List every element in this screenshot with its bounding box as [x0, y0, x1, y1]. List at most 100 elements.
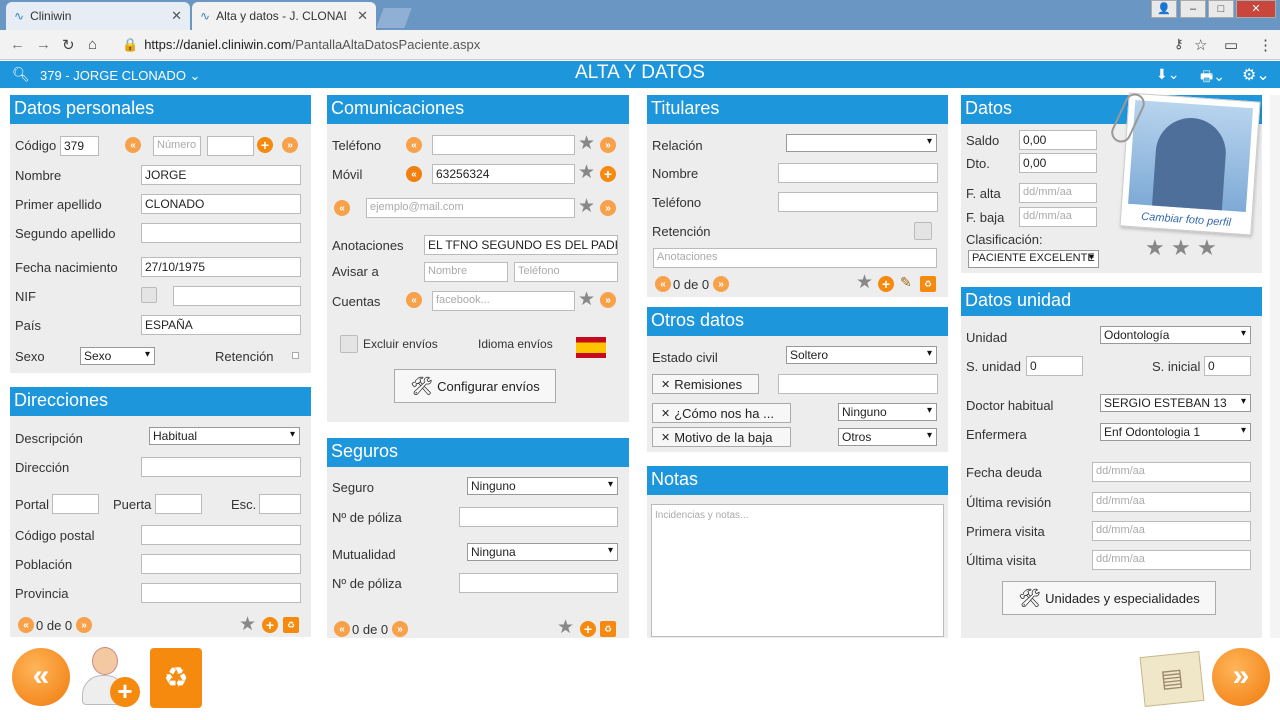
mutualidad-select[interactable]: Ninguna: [467, 543, 618, 561]
reload-icon[interactable]: ↻: [62, 36, 75, 54]
titular-anotaciones-input[interactable]: Anotaciones: [653, 248, 937, 268]
add-mobile-icon[interactable]: +: [600, 166, 616, 182]
mobile-star-icon[interactable]: ★: [578, 163, 595, 182]
fecha-deuda-input[interactable]: dd/mm/aa: [1092, 462, 1251, 482]
descripcion-select[interactable]: Habitual: [149, 427, 300, 445]
nif-input[interactable]: [173, 286, 301, 306]
s-unidad-input[interactable]: 0: [1026, 356, 1083, 376]
retencion-checkbox[interactable]: [292, 352, 299, 359]
next-holder-icon[interactable]: »: [713, 276, 729, 292]
minimize-button[interactable]: –: [1180, 0, 1206, 18]
print-icon[interactable]: 🖶⌄: [1200, 66, 1225, 90]
s-inicial-input[interactable]: 0: [1204, 356, 1251, 376]
prev-insurance-icon[interactable]: «: [334, 621, 350, 637]
cuentas-input[interactable]: facebook...: [432, 291, 575, 311]
prev-account-icon[interactable]: «: [406, 292, 422, 308]
motivo-select[interactable]: Otros: [838, 428, 937, 446]
home-icon[interactable]: ⌂: [88, 36, 97, 53]
avisar-nombre-input[interactable]: Nombre: [424, 262, 508, 282]
email-input[interactable]: ejemplo@mail.com: [366, 198, 575, 218]
poblacion-input[interactable]: [141, 554, 301, 574]
relacion-select[interactable]: [786, 134, 937, 152]
apellido1-input[interactable]: CLONADO: [141, 194, 301, 214]
edit-pencil-icon[interactable]: ✎: [900, 274, 912, 291]
forward-icon[interactable]: →: [36, 36, 51, 53]
delete-holder-icon[interactable]: ♻: [920, 276, 936, 292]
rating-star-1-icon[interactable]: ★: [1145, 237, 1165, 259]
next-account-icon[interactable]: »: [600, 292, 616, 308]
excluir-checkbox[interactable]: [340, 335, 358, 353]
doctor-select[interactable]: SERGIO ESTEBAN 13: [1100, 394, 1251, 412]
configurar-envios-button[interactable]: 🛠 Configurar envíos: [394, 369, 556, 403]
como-select[interactable]: Ninguno: [838, 403, 937, 421]
unidad-select[interactable]: Odontología: [1100, 326, 1251, 344]
fecha-baja-input[interactable]: dd/mm/aa: [1019, 207, 1097, 227]
portal-input[interactable]: [52, 494, 99, 514]
browser-tab-alta[interactable]: ∿ Alta y datos - J. CLONAD ✕: [192, 2, 376, 30]
prev-holder-icon[interactable]: «: [655, 276, 671, 292]
numero-value-input[interactable]: [207, 136, 254, 156]
prev-mobile-icon[interactable]: «: [406, 166, 422, 182]
fecha-alta-input[interactable]: dd/mm/aa: [1019, 183, 1097, 203]
puerta-input[interactable]: [155, 494, 202, 514]
next-address-icon[interactable]: »: [76, 617, 92, 633]
prev-phone-icon[interactable]: «: [406, 137, 422, 153]
next-code-icon[interactable]: »: [282, 137, 298, 153]
unidades-especialidades-button[interactable]: 🛠 Unidades y especialidades: [1002, 581, 1216, 615]
maximize-button[interactable]: □: [1208, 0, 1234, 18]
next-email-icon[interactable]: »: [600, 200, 616, 216]
insurance-star-icon[interactable]: ★: [557, 618, 574, 637]
poliza2-input[interactable]: [459, 573, 618, 593]
estado-civil-select[interactable]: Soltero: [786, 346, 937, 364]
account-star-icon[interactable]: ★: [578, 290, 595, 309]
add-insurance-icon[interactable]: +: [580, 621, 596, 637]
anotaciones-input[interactable]: EL TFNO SEGUNDO ES DEL PADRE: [424, 235, 618, 255]
motivo-baja-button[interactable]: ✕ Motivo de la baja: [652, 427, 791, 447]
download-icon[interactable]: ⬇⌄: [1156, 66, 1179, 83]
forward-button[interactable]: »: [1212, 648, 1270, 706]
fecha-input[interactable]: 27/10/1975: [141, 257, 301, 277]
menu-icon[interactable]: ⋮: [1258, 36, 1273, 54]
email-star-icon[interactable]: ★: [578, 197, 595, 216]
add-patient-button[interactable]: +: [80, 645, 142, 709]
favorite-star-icon[interactable]: ★: [239, 615, 256, 634]
avisar-telefono-input[interactable]: Teléfono: [514, 262, 618, 282]
prev-address-icon[interactable]: «: [18, 617, 34, 633]
pais-input[interactable]: ESPAÑA: [141, 315, 301, 335]
esc-input[interactable]: [259, 494, 301, 514]
como-nos-ha-button[interactable]: ✕ ¿Cómo nos ha ...: [652, 403, 791, 423]
apellido2-input[interactable]: [141, 223, 301, 243]
profile-icon[interactable]: 👤: [1151, 0, 1177, 18]
search-icon[interactable]: 🔍︎: [12, 66, 30, 83]
next-phone-icon[interactable]: »: [600, 137, 616, 153]
titular-telefono-input[interactable]: [778, 192, 938, 212]
rating-star-2-icon[interactable]: ★: [1171, 237, 1191, 259]
close-window-button[interactable]: ✕: [1236, 0, 1276, 18]
phone-star-icon[interactable]: ★: [578, 134, 595, 153]
primera-visita-input[interactable]: dd/mm/aa: [1092, 521, 1251, 541]
browser-tab-cliniwin[interactable]: ∿ Cliniwin ✕: [6, 2, 190, 30]
close-tab-icon[interactable]: ✕: [357, 8, 368, 24]
cast-icon[interactable]: ▭: [1224, 36, 1238, 54]
saldo-input[interactable]: 0,00: [1019, 130, 1097, 150]
back-button[interactable]: «: [12, 648, 70, 706]
nombre-input[interactable]: JORGE: [141, 165, 301, 185]
numero-input[interactable]: Número: [153, 136, 201, 156]
add-code-icon[interactable]: +: [257, 137, 273, 153]
codigo-input[interactable]: 379: [60, 136, 99, 156]
key-icon[interactable]: ⚷: [1174, 36, 1184, 52]
url-field[interactable]: 🔒 https://daniel.cliniwin.com/PantallaAlt…: [112, 34, 1217, 56]
titular-retencion-checkbox[interactable]: [914, 222, 932, 240]
ultima-revision-input[interactable]: dd/mm/aa: [1092, 492, 1251, 512]
nif-checkbox[interactable]: [141, 287, 157, 303]
movil-input[interactable]: 63256324: [432, 164, 575, 184]
spain-flag-icon[interactable]: [576, 337, 606, 358]
bookmark-star-icon[interactable]: ☆: [1194, 36, 1207, 54]
poliza-input[interactable]: [459, 507, 618, 527]
prev-code-icon[interactable]: «: [125, 137, 141, 153]
back-icon[interactable]: ←: [10, 36, 25, 53]
notas-textarea[interactable]: Incidencias y notas...: [651, 504, 944, 637]
delete-address-icon[interactable]: ♻: [283, 617, 299, 633]
remisiones-button[interactable]: ✕ Remisiones: [652, 374, 759, 394]
sexo-select[interactable]: Sexo: [80, 347, 155, 365]
